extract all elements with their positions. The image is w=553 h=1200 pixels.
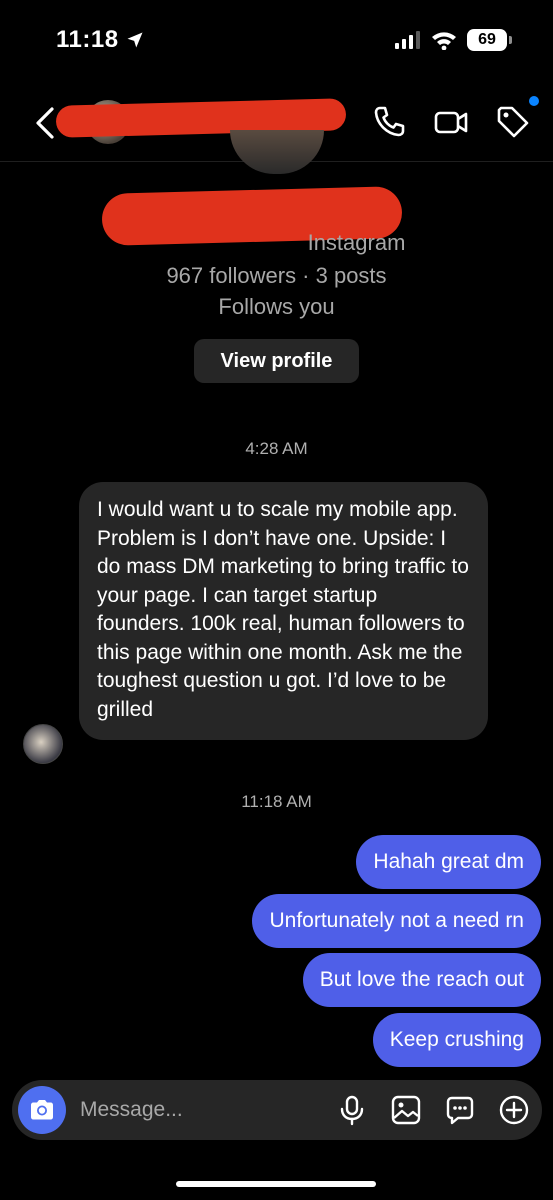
outgoing-message[interactable]: Unfortunately not a need rn bbox=[252, 894, 541, 948]
battery-icon: 69 bbox=[467, 29, 512, 51]
signal-icon bbox=[395, 31, 420, 49]
video-icon[interactable] bbox=[433, 104, 469, 140]
phone-icon[interactable] bbox=[371, 104, 407, 140]
incoming-message[interactable]: I would want u to scale my mobile app. P… bbox=[79, 482, 488, 740]
microphone-icon[interactable] bbox=[336, 1094, 368, 1126]
profile-source-line: Instagram bbox=[0, 230, 553, 256]
timestamp: 11:18 AM bbox=[241, 792, 312, 811]
outgoing-message[interactable]: Keep crushing bbox=[372, 1013, 541, 1067]
profile-avatar[interactable] bbox=[230, 130, 324, 174]
follow-status: Follows you bbox=[218, 294, 335, 319]
header-actions bbox=[371, 104, 531, 140]
image-icon[interactable] bbox=[390, 1094, 422, 1126]
plus-circle-icon[interactable] bbox=[498, 1094, 530, 1126]
camera-button[interactable] bbox=[18, 1086, 66, 1134]
home-indicator[interactable] bbox=[176, 1181, 376, 1187]
status-icons: 69 bbox=[395, 29, 512, 51]
camera-icon bbox=[31, 1100, 53, 1120]
location-arrow-icon bbox=[127, 32, 143, 48]
sticker-chat-icon[interactable] bbox=[444, 1094, 476, 1126]
message-input[interactable] bbox=[80, 1080, 300, 1140]
wifi-icon bbox=[432, 32, 456, 50]
clock-label: 11:18 bbox=[56, 26, 119, 53]
outgoing-message[interactable]: But love the reach out bbox=[302, 953, 541, 1007]
battery-level: 69 bbox=[478, 31, 496, 48]
timestamp: 4:28 AM bbox=[245, 439, 308, 458]
tag-icon[interactable] bbox=[495, 104, 531, 140]
view-profile-button[interactable]: View profile bbox=[194, 339, 359, 383]
status-bar: 11:18 69 bbox=[0, 0, 553, 84]
composer-actions bbox=[336, 1094, 530, 1126]
sender-avatar[interactable] bbox=[23, 724, 63, 764]
notification-dot bbox=[529, 96, 539, 106]
profile-stats: 967 followers · 3 posts bbox=[166, 263, 387, 288]
profile-source: Instagram bbox=[307, 230, 406, 255]
message-composer bbox=[12, 1080, 542, 1140]
status-time: 11:18 bbox=[56, 26, 145, 54]
outgoing-message[interactable]: Hahah great dm bbox=[356, 835, 541, 889]
